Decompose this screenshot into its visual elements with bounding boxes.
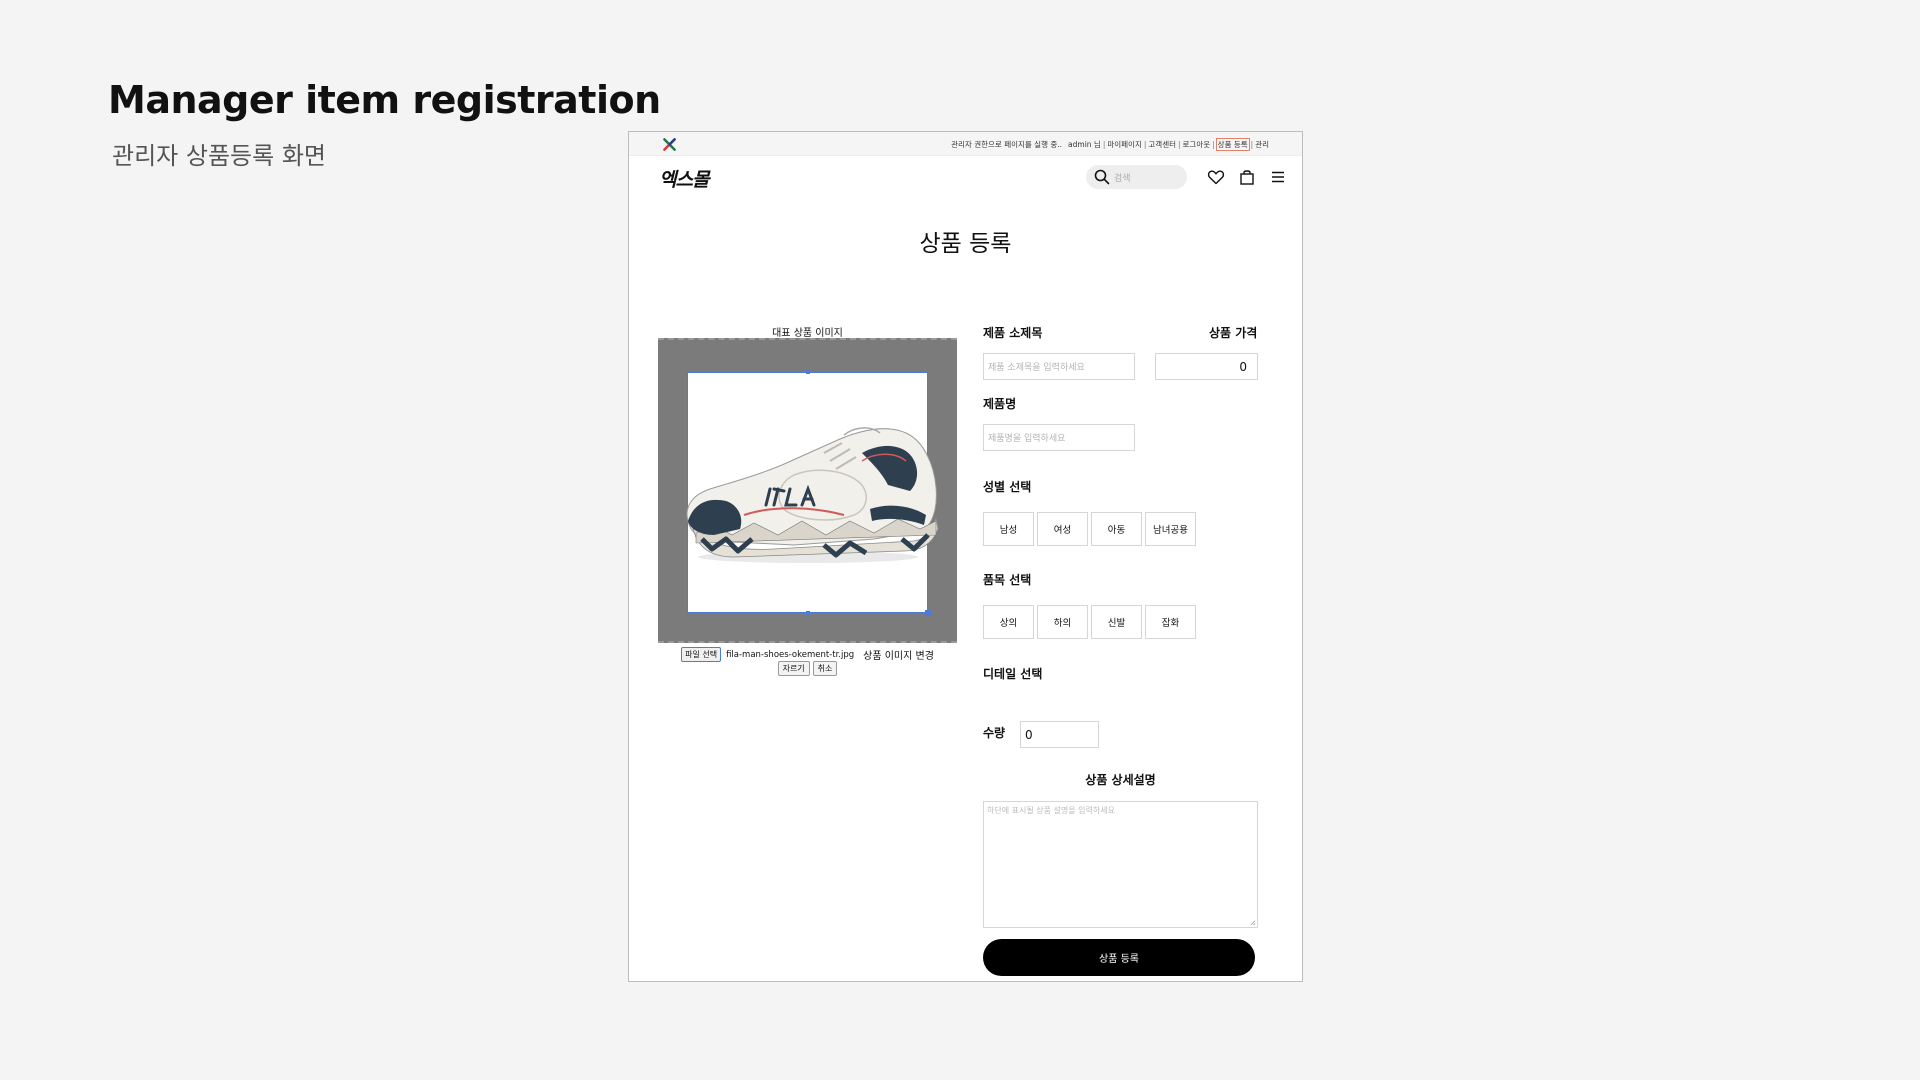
change-image-label: 상품 이미지 변경 bbox=[863, 651, 934, 662]
category-option-bottom[interactable]: 하의 bbox=[1037, 605, 1088, 639]
mypage-link[interactable]: 마이페이지 bbox=[1106, 139, 1143, 150]
gender-option-kids[interactable]: 아동 bbox=[1091, 512, 1142, 546]
submit-product-button[interactable]: 상품 등록 bbox=[983, 939, 1255, 976]
slide-subtitle: 관리자 상품등록 화면 bbox=[112, 142, 326, 170]
price-input[interactable]: 0 bbox=[1155, 353, 1258, 380]
heart-icon[interactable] bbox=[1207, 168, 1225, 186]
crop-handle[interactable] bbox=[806, 611, 810, 615]
image-crop-area[interactable] bbox=[658, 338, 957, 643]
admin-user: admin 님 bbox=[1068, 139, 1101, 149]
category-option-accessories[interactable]: 잡화 bbox=[1145, 605, 1196, 639]
admin-notice: 관리자 권한으로 페이지를 실행 중.. bbox=[951, 139, 1063, 149]
manage-link[interactable]: 관리 bbox=[1254, 139, 1270, 150]
search-placeholder: 검색 bbox=[1114, 173, 1131, 184]
crop-handle[interactable] bbox=[806, 370, 810, 374]
cancel-button[interactable]: 취소 bbox=[812, 661, 838, 676]
crop-controls: 자르기 취소 bbox=[658, 661, 957, 676]
description-label: 상품 상세설명 bbox=[1085, 773, 1156, 787]
resize-grip-icon[interactable] bbox=[1249, 919, 1256, 926]
subtitle-input[interactable]: 제품 소제목을 입력하세요 bbox=[983, 353, 1135, 380]
shopping-bag-icon[interactable] bbox=[1238, 168, 1256, 186]
quantity-label: 수량 bbox=[983, 726, 1006, 740]
top-utility-bar: 관리자 권한으로 페이지를 실행 중.. admin 님 | 마이페이지 | 고… bbox=[629, 132, 1302, 156]
crop-button[interactable]: 자르기 bbox=[777, 661, 810, 676]
product-shoe-image bbox=[686, 427, 939, 563]
admin-page-mockup: 관리자 권한으로 페이지를 실행 중.. admin 님 | 마이페이지 | 고… bbox=[628, 131, 1303, 982]
file-name: fila-man-shoes-okement-tr.jpg bbox=[726, 649, 855, 660]
detail-label: 디테일 선택 bbox=[983, 667, 1043, 681]
hamburger-menu-icon[interactable] bbox=[1269, 168, 1287, 186]
crop-handle[interactable] bbox=[925, 610, 931, 616]
brand-logo[interactable]: 엑스몰 bbox=[659, 165, 709, 192]
search-input[interactable]: 검색 bbox=[1086, 165, 1187, 189]
x-logo-icon[interactable] bbox=[661, 136, 678, 153]
crop-box[interactable] bbox=[686, 370, 939, 616]
category-option-top[interactable]: 상의 bbox=[983, 605, 1034, 639]
file-select-button[interactable]: 파일 선택 bbox=[681, 647, 722, 662]
description-textarea[interactable]: 하단에 표시될 상품 설명을 입력하세요 bbox=[983, 801, 1258, 928]
category-option-shoes[interactable]: 신발 bbox=[1091, 605, 1142, 639]
category-label: 품목 선택 bbox=[983, 573, 1032, 587]
gender-label: 성별 선택 bbox=[983, 480, 1032, 494]
gender-option-male[interactable]: 남성 bbox=[983, 512, 1034, 546]
customer-center-link[interactable]: 고객센터 bbox=[1147, 139, 1177, 150]
product-name-label: 제품명 bbox=[983, 397, 1017, 411]
product-name-input[interactable]: 제품명을 입력하세요 bbox=[983, 424, 1135, 451]
file-upload-row: 파일 선택 fila-man-shoes-okement-tr.jpg 상품 이… bbox=[658, 647, 957, 662]
product-register-link[interactable]: 상품 등록 bbox=[1215, 137, 1250, 151]
logout-link[interactable]: 로그아웃 bbox=[1182, 139, 1212, 150]
gender-option-unisex[interactable]: 남녀공용 bbox=[1145, 512, 1196, 546]
search-icon bbox=[1094, 169, 1110, 185]
description-placeholder: 하단에 표시될 상품 설명을 입력하세요 bbox=[987, 806, 1115, 815]
slide-title: Manager item registration bbox=[108, 78, 661, 122]
page-title: 상품 등록 bbox=[919, 231, 1012, 257]
gender-option-female[interactable]: 여성 bbox=[1037, 512, 1088, 546]
main-image-label: 대표 상품 이미지 bbox=[772, 328, 843, 339]
subtitle-label: 제품 소제목 bbox=[983, 326, 1043, 340]
quantity-input[interactable]: 0 bbox=[1020, 721, 1099, 748]
price-label: 상품 가격 bbox=[1209, 326, 1258, 340]
site-header: 엑스몰 검색 bbox=[629, 156, 1302, 198]
